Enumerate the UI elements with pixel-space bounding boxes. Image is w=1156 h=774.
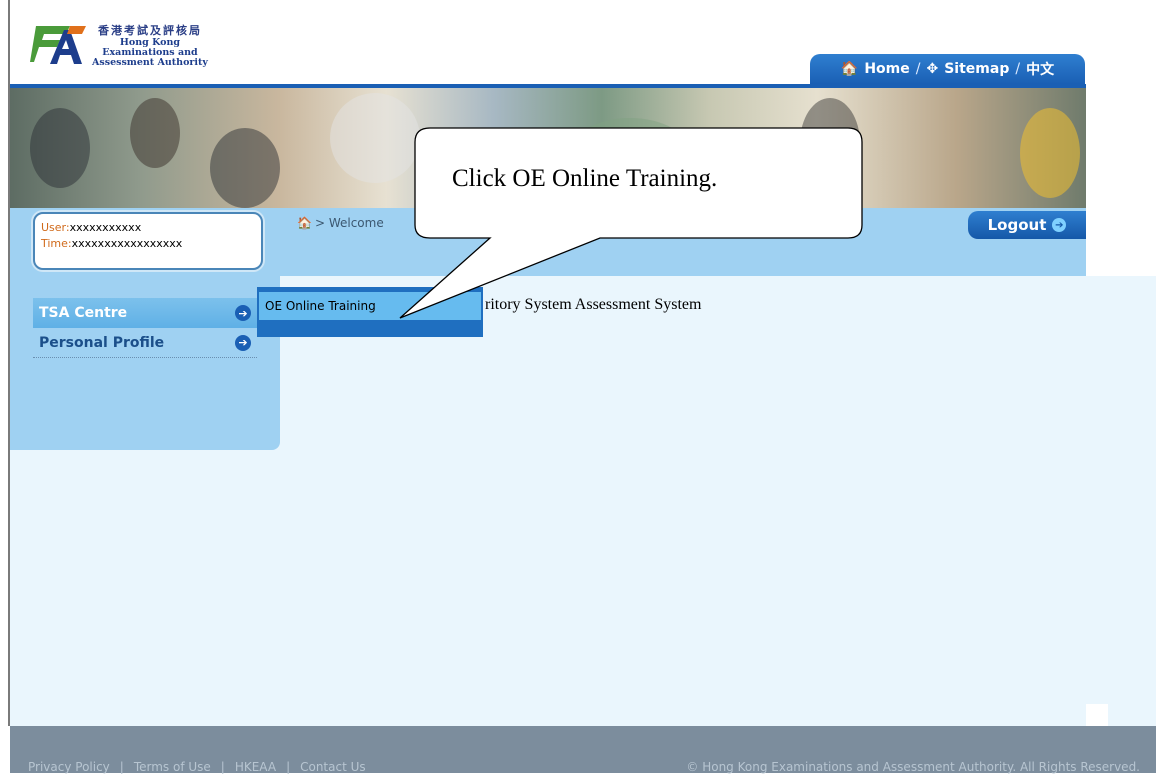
sidebar-item-label: TSA Centre	[39, 305, 128, 321]
user-label: User:	[41, 221, 70, 234]
header-corner	[1086, 208, 1156, 276]
footer-copyright: © Hong Kong Examinations and Assessment …	[686, 760, 1140, 774]
language-link[interactable]: 中文	[1026, 59, 1054, 79]
user-value: xxxxxxxxxxx	[69, 221, 142, 234]
submenu-item-oe-online-training[interactable]: OE Online Training	[259, 292, 481, 320]
top-navigation: 🏠 Home / ✥ Sitemap / 中文	[810, 54, 1085, 84]
time-label: Time:	[41, 237, 72, 250]
nav-separator: /	[1015, 61, 1021, 77]
arrow-right-icon: ➔	[235, 334, 251, 351]
breadcrumb: 🏠 > Welcome	[297, 216, 384, 230]
time-value: xxxxxxxxxxxxxxxxx	[71, 237, 183, 250]
sitemap-icon[interactable]: ✥	[926, 61, 938, 77]
tsa-centre-submenu: OE Online Training	[257, 287, 483, 337]
callout-text: Click OE Online Training.	[452, 165, 718, 192]
logout-label: Logout	[987, 216, 1047, 234]
home-icon[interactable]: 🏠	[297, 216, 312, 230]
nav-separator: /	[915, 61, 921, 77]
breadcrumb-current: > Welcome	[314, 216, 384, 230]
sidebar-item-tsa-centre[interactable]: TSA Centre ➔	[33, 298, 257, 328]
hkeaa-logo[interactable]: 香港考試及評核局 Hong Kong Examinations and Asse…	[30, 22, 208, 68]
footer-links: Privacy Policy | Terms of Use | HKEAA | …	[28, 760, 366, 774]
home-icon[interactable]: 🏠	[841, 61, 858, 77]
home-link[interactable]: Home	[864, 61, 909, 77]
hkeaa-logo-text: 香港考試及評核局 Hong Kong Examinations and Asse…	[92, 22, 208, 68]
arrow-right-icon: ➔	[1052, 218, 1067, 232]
footer-link-hkeaa[interactable]: HKEAA	[235, 760, 276, 774]
footer: Privacy Policy | Terms of Use | HKEAA | …	[10, 726, 1156, 774]
footer-separator: |	[119, 760, 124, 774]
footer-link-terms-of-use[interactable]: Terms of Use	[134, 760, 211, 774]
content-header-strip	[280, 208, 1086, 276]
sitemap-link[interactable]: Sitemap	[944, 61, 1009, 77]
footer-link-privacy-policy[interactable]: Privacy Policy	[28, 760, 110, 774]
hkeaa-logo-mark	[30, 22, 88, 66]
footer-separator: |	[286, 760, 291, 774]
logo-chinese-name: 香港考試及評核局	[97, 24, 202, 37]
scroll-corner	[1086, 704, 1108, 726]
sidebar-item-personal-profile[interactable]: Personal Profile ➔	[33, 328, 257, 358]
arrow-right-icon: ➔	[235, 305, 251, 321]
welcome-text: ritory System Assessment System	[485, 296, 702, 313]
logout-button[interactable]: Logout ➔	[968, 211, 1086, 239]
sidebar-item-label: Personal Profile	[39, 334, 165, 351]
footer-link-contact-us[interactable]: Contact Us	[300, 760, 366, 774]
user-info-box: User:xxxxxxxxxxx Time:xxxxxxxxxxxxxxxxx	[33, 212, 263, 270]
sidebar-menu: TSA Centre ➔ Personal Profile ➔	[33, 298, 257, 358]
logo-english-line3: Assessment Authority	[92, 57, 208, 68]
footer-separator: |	[220, 760, 225, 774]
